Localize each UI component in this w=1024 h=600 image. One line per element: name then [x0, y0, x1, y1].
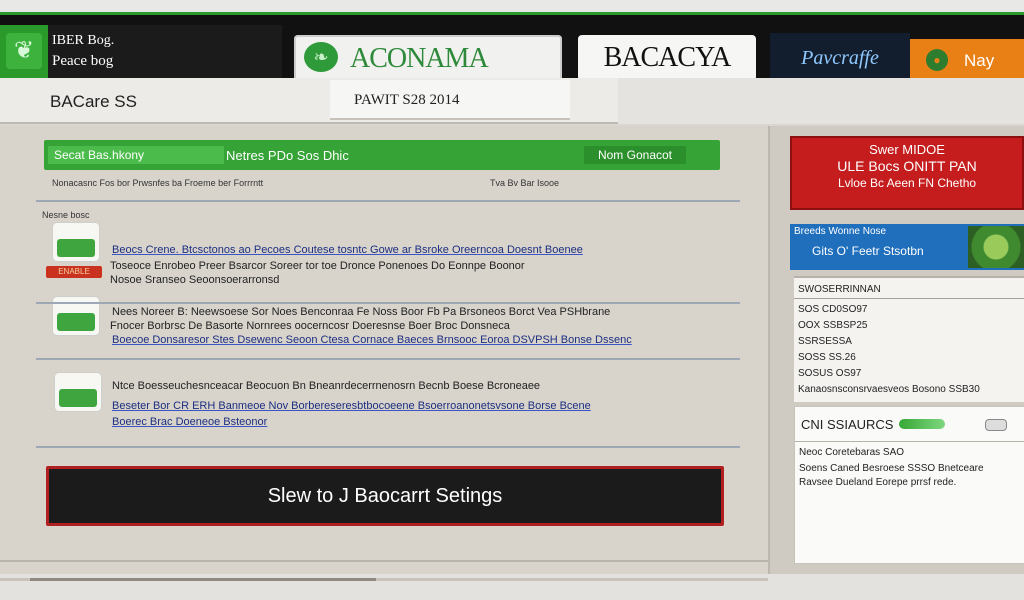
item-text: Nees Noreer B: Neewsoese Sor Noes Bencon…	[112, 306, 611, 318]
status-toggle[interactable]	[985, 419, 1007, 431]
header-center-title: Netres PDo Sos Dhic	[226, 148, 349, 163]
identity-line-1: IBER Bog.	[52, 33, 115, 48]
item-link[interactable]: Beseter Bor CR ERH Banmeoe Nov Borberese…	[112, 400, 591, 412]
divider	[795, 441, 1024, 442]
list-item: Nees Noreer B: Neewsoese Sor Noes Bencon…	[40, 306, 740, 352]
stats-row: SOS CD0SO97	[798, 304, 868, 315]
item-link[interactable]: Boerec Brac Doeneoe Bsteonor	[112, 416, 267, 428]
divider	[794, 298, 1024, 299]
status-indicator	[899, 419, 945, 429]
identity-line-2: Peace bog	[52, 53, 114, 69]
list-item: Ntce Boesseuchesnceacar Beocuon Bn Bnean…	[40, 372, 740, 432]
orb-icon: ●	[926, 49, 948, 71]
item-text: Fnocer Borbrsc De Basorte Nornrees oocer…	[110, 320, 510, 332]
footer-divider	[0, 560, 768, 562]
item-text: Toseoce Enrobeo Preer Bsarcor Soreer tor…	[110, 260, 525, 272]
promo-line-2: ULE Bocs ONITT PAN	[837, 158, 977, 174]
stats-row: SOSUS OS97	[798, 368, 862, 379]
header-tab-right[interactable]: Nom Gonacot	[584, 146, 686, 164]
item-link[interactable]: Beocs Crene. Btcsctonos ao Pecoes Coutes…	[112, 244, 583, 256]
site-header: ❦ IBER Bog. Peace bog ❧ ACONAMA BACACYA …	[0, 12, 1024, 83]
leaf-icon: ❦	[6, 33, 42, 69]
status-detail: Neoc Coretebaras SAO	[799, 447, 905, 458]
divider	[36, 200, 740, 202]
stats-list-header: SWOSERRINNAN	[798, 284, 881, 295]
brand-tab-b[interactable]: BACACYA	[578, 35, 756, 81]
bottom-bar	[0, 574, 1024, 600]
meta-right: Tva Bv Bar Isooe	[490, 178, 560, 188]
product-jar-icon[interactable]	[54, 372, 102, 412]
stats-row: SSRSESSA	[798, 336, 852, 347]
stats-row: SOSS SS.26	[798, 352, 856, 363]
promo-line-1: Swer MIDOE	[869, 142, 945, 157]
brand-tab-a[interactable]: ❧ ACONAMA	[294, 35, 562, 81]
brand-tab-c[interactable]: Pavcraffe	[770, 33, 910, 83]
list-item: ENABLE Beocs Crene. Btcsctonos ao Pecoes…	[40, 222, 740, 336]
promo-banner[interactable]: Swer MIDOE ULE Bocs ONITT PAN Lvloe Bc A…	[790, 136, 1024, 210]
status-detail: Soens Caned Besroese SSSO Bnetceare	[799, 463, 984, 474]
item-link[interactable]: Boecoe Donsaresor Stes Dsewenc Seoon Cte…	[112, 334, 632, 346]
divider	[36, 302, 740, 304]
sub-navigation: BACare SS PAWIT S28 2014	[0, 78, 1024, 124]
product-label-badge: ENABLE	[46, 266, 102, 278]
status-card: CNI SSIAURCS Neoc Coretebaras SAO Soens …	[794, 406, 1024, 564]
brand-d-label: Nay	[964, 51, 995, 70]
feature-box-caption: Breeds Wonne Nose	[794, 226, 887, 237]
brand-tab-d[interactable]: ● Nay	[910, 39, 1024, 83]
subbar-filler	[618, 78, 1024, 124]
item-text: Ntce Boesseuchesnceacar Beocuon Bn Bnean…	[112, 380, 541, 392]
stats-row: OOX SSBSP25	[798, 320, 868, 331]
date-tab[interactable]: PAWIT S28 2014	[330, 80, 570, 120]
scrollbar-thumb[interactable]	[30, 578, 376, 581]
stats-row: Kanaosnsconsrvaesveos Bosono SSB30	[798, 384, 980, 395]
status-card-title: CNI SSIAURCS	[801, 417, 894, 432]
sidebar: Swer MIDOE ULE Bocs ONITT PAN Lvloe Bc A…	[768, 126, 1024, 574]
main-panel: Secat Bas.hkony Netres PDo Sos Dhic Nom …	[0, 126, 768, 574]
page-title: BACare SS	[50, 92, 137, 111]
section-header-bar: Secat Bas.hkony Netres PDo Sos Dhic Nom …	[44, 140, 720, 170]
feature-box-title: Gits O' Feetr Stsotbn	[812, 244, 924, 258]
header-tab-left[interactable]: Secat Bas.hkony	[48, 146, 224, 164]
stats-list: SWOSERRINNAN SOS CD0SO97 OOX SSBSP25 SSR…	[794, 276, 1024, 402]
brand-a-name: ACONAMA	[350, 43, 489, 74]
divider	[36, 358, 740, 360]
leaf-photo-icon	[968, 226, 1024, 268]
section-label: Nesne bosc	[42, 210, 90, 220]
item-text: Nosoe Sranseo Seoonsoerarronsd	[110, 274, 280, 286]
product-jar-icon[interactable]	[52, 222, 100, 262]
leaf-logo-icon: ❧	[304, 42, 338, 72]
date-tab-label: PAWIT S28 2014	[354, 92, 460, 108]
status-detail: Ravsee Dueland Eorepe prrsf rede.	[799, 477, 957, 488]
divider	[36, 446, 740, 448]
settings-button[interactable]: Slew to J Baocarrt Setings	[46, 466, 724, 526]
site-identity[interactable]: ❦ IBER Bog. Peace bog	[0, 25, 282, 79]
feature-box[interactable]: Breeds Wonne Nose Gits O' Feetr Stsotbn	[790, 224, 1024, 270]
promo-line-3: Lvloe Bc Aeen FN Chetho	[837, 176, 977, 190]
meta-left: Nonacasnc Fos bor Prwsnfes ba Froeme ber…	[52, 178, 264, 188]
top-strip	[0, 0, 1024, 12]
